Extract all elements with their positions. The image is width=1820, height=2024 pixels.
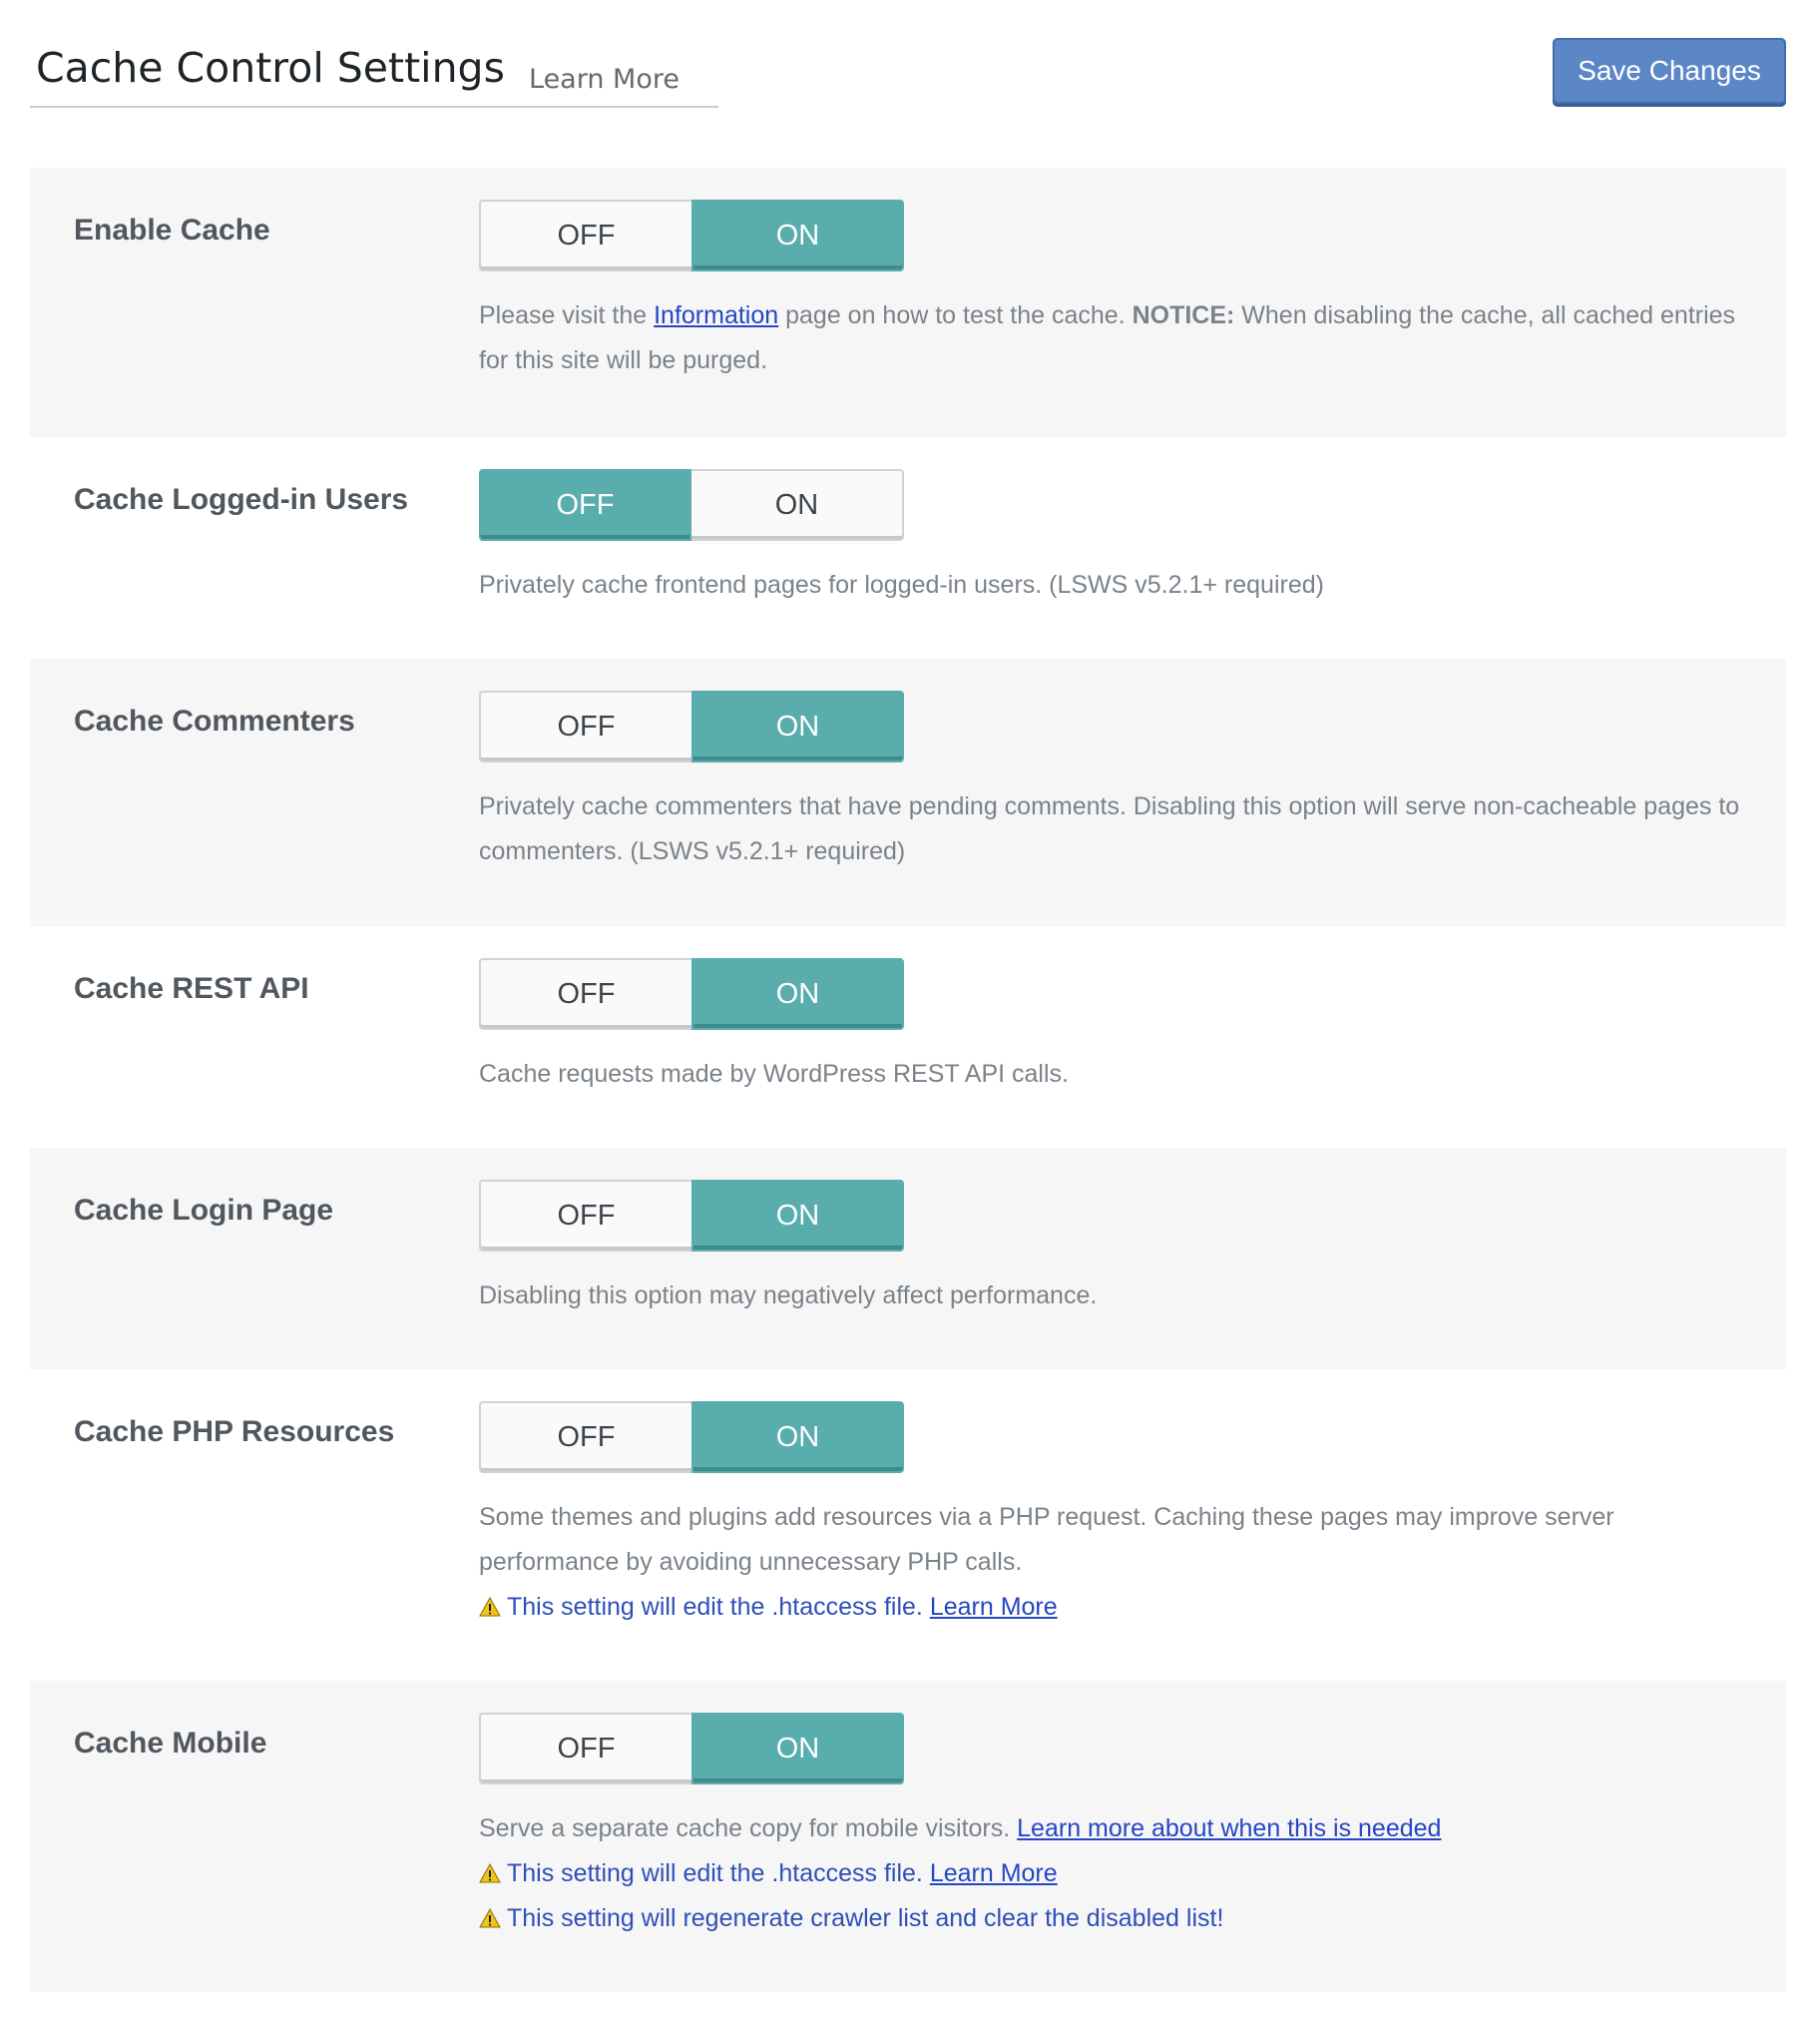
desc-text: Serve a separate cache copy for mobile v… (479, 1814, 1011, 1842)
toggle-off-button[interactable]: OFF (479, 469, 691, 541)
setting-row-cache-mobile: Cache Mobile OFF ON Serve a separate cac… (30, 1681, 1786, 1992)
setting-label: Cache Commenters (74, 705, 355, 738)
crawler-warning: This setting will regenerate crawler lis… (479, 1896, 1746, 1941)
toggle-off-button[interactable]: OFF (479, 1401, 691, 1473)
warning-text: This setting will regenerate crawler lis… (507, 1904, 1224, 1932)
toggle-cache-mobile: OFF ON (479, 1713, 904, 1784)
setting-row-enable-cache: Enable Cache OFF ON Please visit the Inf… (30, 168, 1786, 437)
setting-description: Privately cache frontend pages for logge… (479, 571, 1324, 599)
setting-label: Enable Cache (74, 214, 270, 247)
setting-description: Serve a separate cache copy for mobile v… (479, 1806, 1746, 1851)
information-link[interactable]: Information (654, 301, 778, 329)
setting-row-cache-login-page: Cache Login Page OFF ON Disabling this o… (30, 1148, 1786, 1369)
toggle-off-button[interactable]: OFF (479, 958, 691, 1030)
warning-triangle-icon (479, 1597, 501, 1617)
warning-text: This setting will edit the .htaccess fil… (507, 1593, 923, 1621)
setting-row-cache-php-resources: Cache PHP Resources OFF ON Some themes a… (30, 1369, 1786, 1681)
mobile-learn-more-link[interactable]: Learn more about when this is needed (1017, 1814, 1441, 1842)
page-title: Cache Control Settings (36, 44, 505, 92)
learn-more-link[interactable]: Learn More (529, 66, 680, 93)
warning-triangle-icon (479, 1908, 501, 1928)
setting-label: Cache REST API (74, 972, 309, 1005)
setting-row-cache-commenters: Cache Commenters OFF ON Privately cache … (30, 659, 1786, 926)
toggle-off-button[interactable]: OFF (479, 1713, 691, 1784)
desc-text: page on how to test the cache. (778, 301, 1133, 329)
toggle-on-button[interactable]: ON (691, 469, 904, 541)
toggle-cache-php-resources: OFF ON (479, 1401, 904, 1473)
setting-row-cache-logged-in-users: Cache Logged-in Users OFF ON Privately c… (30, 437, 1786, 659)
setting-control: OFF ON Disabling this option may negativ… (479, 1180, 1746, 1318)
htaccess-warning: This setting will edit the .htaccess fil… (479, 1585, 1746, 1630)
setting-label: Cache Login Page (74, 1194, 334, 1227)
warning-triangle-icon (479, 1863, 501, 1883)
settings-list: Enable Cache OFF ON Please visit the Inf… (30, 168, 1786, 1992)
toggle-on-button[interactable]: ON (691, 958, 904, 1030)
setting-control: OFF ON Cache requests made by WordPress … (479, 958, 1746, 1097)
toggle-on-button[interactable]: ON (691, 1180, 904, 1252)
toggle-enable-cache: OFF ON (479, 200, 904, 271)
warning-text: This setting will edit the .htaccess fil… (507, 1859, 923, 1887)
setting-label: Cache Logged-in Users (74, 483, 409, 516)
toggle-cache-logged-in-users: OFF ON (479, 469, 904, 541)
toggle-on-button[interactable]: ON (691, 691, 904, 762)
setting-description: Please visit the Information page on how… (479, 293, 1746, 383)
htaccess-warning: This setting will edit the .htaccess fil… (479, 1851, 1746, 1896)
setting-control: OFF ON Some themes and plugins add resou… (479, 1401, 1746, 1630)
page-header: Cache Control Settings Learn More Save C… (30, 38, 1786, 118)
toggle-cache-rest-api: OFF ON (479, 958, 904, 1030)
toggle-off-button[interactable]: OFF (479, 200, 691, 271)
toggle-off-button[interactable]: OFF (479, 1180, 691, 1252)
title-bar: Cache Control Settings Learn More (30, 38, 718, 108)
setting-control: OFF ON Privately cache frontend pages fo… (479, 469, 1746, 608)
setting-control: OFF ON Please visit the Information page… (479, 200, 1746, 383)
setting-control: OFF ON Privately cache commenters that h… (479, 691, 1746, 874)
htaccess-learn-more-link[interactable]: Learn More (930, 1593, 1058, 1621)
toggle-cache-commenters: OFF ON (479, 691, 904, 762)
notice-label: NOTICE: (1132, 301, 1235, 329)
setting-description: Some themes and plugins add resources vi… (479, 1503, 1614, 1576)
toggle-on-button[interactable]: ON (691, 1401, 904, 1473)
toggle-off-button[interactable]: OFF (479, 691, 691, 762)
save-changes-button[interactable]: Save Changes (1553, 38, 1786, 104)
setting-label: Cache Mobile (74, 1727, 267, 1760)
htaccess-learn-more-link[interactable]: Learn More (930, 1859, 1058, 1887)
setting-description: Cache requests made by WordPress REST AP… (479, 1060, 1069, 1088)
desc-text: Please visit the (479, 301, 655, 329)
setting-description: Privately cache commenters that have pen… (479, 792, 1740, 865)
toggle-cache-login-page: OFF ON (479, 1180, 904, 1252)
setting-description: Disabling this option may negatively aff… (479, 1281, 1098, 1309)
setting-control: OFF ON Serve a separate cache copy for m… (479, 1713, 1746, 1941)
toggle-on-button[interactable]: ON (691, 1713, 904, 1784)
toggle-on-button[interactable]: ON (691, 200, 904, 271)
setting-label: Cache PHP Resources (74, 1415, 395, 1448)
setting-row-cache-rest-api: Cache REST API OFF ON Cache requests mad… (30, 926, 1786, 1148)
